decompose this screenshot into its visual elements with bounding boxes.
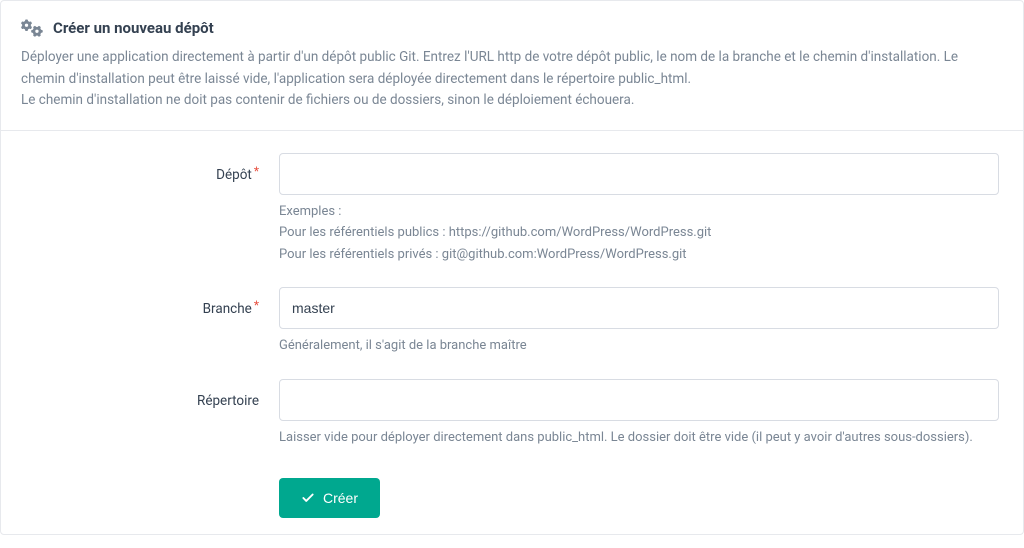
- create-button-label: Créer: [323, 490, 358, 506]
- form-row-branch: Branche* Généralement, il s'agit de la b…: [21, 287, 1003, 356]
- form-row-repo: Dépôt* Exemples : Pour les référentiels …: [21, 153, 1003, 265]
- label-col-repo: Dépôt*: [21, 153, 279, 183]
- create-button[interactable]: Créer: [279, 478, 380, 518]
- form-header: Créer un nouveau dépôt Déployer une appl…: [1, 1, 1023, 131]
- input-col-branch: Généralement, il s'agit de la branche ma…: [279, 287, 999, 356]
- repo-label: Dépôt: [216, 167, 252, 183]
- form-body: Dépôt* Exemples : Pour les référentiels …: [1, 131, 1023, 548]
- required-star-icon: *: [254, 164, 259, 178]
- branch-label: Branche: [203, 301, 252, 317]
- submit-col: Créer: [279, 478, 380, 518]
- submit-row: Créer: [21, 478, 1003, 518]
- title-row: Créer un nouveau dépôt: [21, 19, 1003, 37]
- cogs-icon: [21, 19, 43, 37]
- header-description-2: Le chemin d'installation ne doit pas con…: [21, 90, 1003, 112]
- directory-input[interactable]: [279, 379, 999, 421]
- form-row-directory: Répertoire Laisser vide pour déployer di…: [21, 379, 1003, 448]
- repo-helper-intro: Exemples :: [279, 201, 999, 222]
- repo-helper-line1: Pour les référentiels publics : https://…: [279, 222, 999, 243]
- input-col-directory: Laisser vide pour déployer directement d…: [279, 379, 999, 448]
- check-icon: [301, 491, 315, 505]
- directory-helper: Laisser vide pour déployer directement d…: [279, 427, 999, 448]
- label-col-directory: Répertoire: [21, 379, 279, 409]
- branch-input[interactable]: [279, 287, 999, 329]
- repo-helper-line2: Pour les référentiels privés : git@githu…: [279, 244, 999, 265]
- directory-label: Répertoire: [197, 393, 259, 409]
- repo-helper: Exemples : Pour les référentiels publics…: [279, 201, 999, 265]
- repo-input[interactable]: [279, 153, 999, 195]
- header-description-1: Déployer une application directement à p…: [21, 47, 1003, 90]
- page-title: Créer un nouveau dépôt: [53, 19, 214, 37]
- required-star-icon: *: [254, 298, 259, 312]
- label-col-branch: Branche*: [21, 287, 279, 317]
- input-col-repo: Exemples : Pour les référentiels publics…: [279, 153, 999, 265]
- branch-helper: Généralement, il s'agit de la branche ma…: [279, 335, 999, 356]
